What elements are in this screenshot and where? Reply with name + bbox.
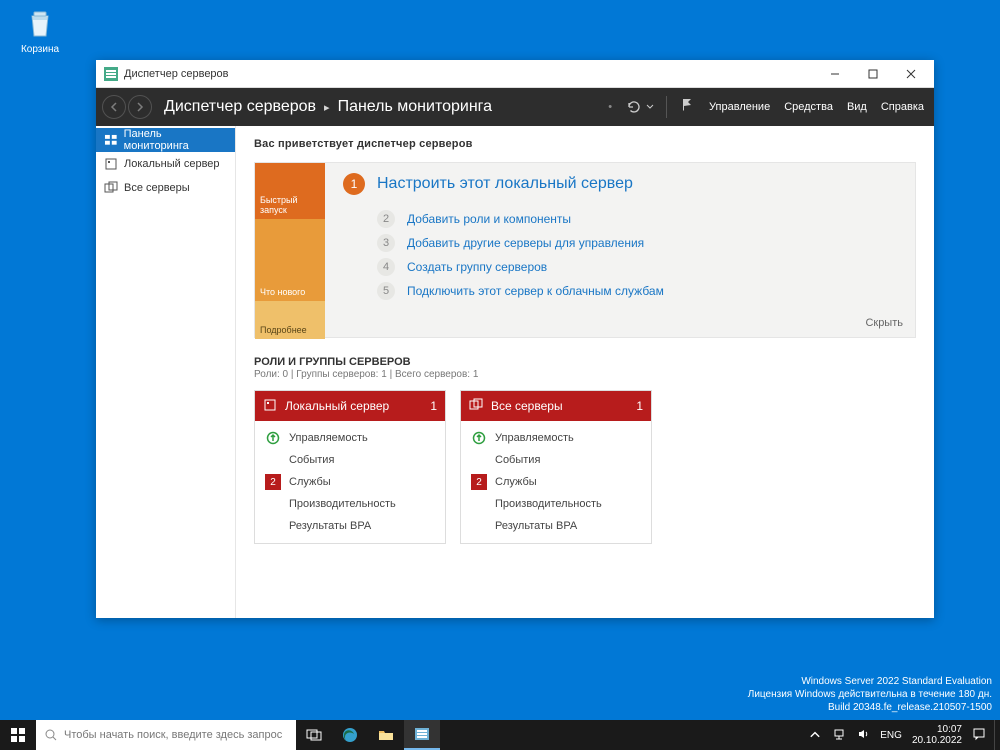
welcome-panel: Быстрый запуск Что нового Подробнее 1 На…: [254, 162, 916, 338]
language-indicator[interactable]: ENG: [880, 730, 902, 741]
nav-forward-button[interactable]: [128, 95, 152, 119]
tile-row-events[interactable]: События: [255, 449, 445, 471]
tile-title: Локальный сервер: [285, 399, 389, 413]
desktop-watermark: Windows Server 2022 Standard Evaluation …: [748, 675, 992, 714]
tile-count: 1: [430, 399, 437, 413]
sidebar-item-label: Локальный сервер: [124, 158, 220, 170]
taskbar-app-server-manager[interactable]: [404, 720, 440, 750]
hide-welcome-button[interactable]: Скрыть: [865, 317, 903, 329]
alert-badge: 2: [471, 474, 487, 490]
breadcrumb: Диспетчер серверов ▸ Панель мониторинга: [164, 98, 492, 116]
volume-icon[interactable]: [856, 727, 870, 744]
network-icon[interactable]: [832, 727, 846, 744]
sidebar-item-all-servers[interactable]: Все серверы: [96, 176, 235, 200]
taskbar-search[interactable]: Чтобы начать поиск, введите здесь запрос: [36, 720, 296, 750]
tile-row-events[interactable]: События: [461, 449, 651, 471]
recycle-bin[interactable]: Корзина: [10, 6, 70, 55]
app-icon: [104, 67, 118, 81]
show-desktop-button[interactable]: [994, 720, 1000, 750]
maximize-button[interactable]: [854, 61, 892, 87]
taskbar-app-edge[interactable]: [332, 720, 368, 750]
roles-section-subtitle: Роли: 0 | Группы серверов: 1 | Всего сер…: [254, 369, 916, 380]
close-button[interactable]: [892, 61, 930, 87]
start-button[interactable]: [0, 720, 36, 750]
main-content: Вас приветствует диспетчер серверов Быст…: [236, 126, 934, 618]
roles-section-title: РОЛИ И ГРУППЫ СЕРВЕРОВ: [254, 356, 916, 368]
tile-title: Все серверы: [491, 399, 563, 413]
ribbon: Диспетчер серверов ▸ Панель мониторинга …: [96, 88, 934, 126]
tile-row-manageability[interactable]: Управляемость: [255, 427, 445, 449]
chevron-right-icon: ▸: [324, 101, 330, 114]
sidebar-item-label: Все серверы: [124, 182, 190, 194]
tab-learn-more[interactable]: Подробнее: [255, 301, 325, 339]
titlebar[interactable]: Диспетчер серверов: [96, 60, 934, 88]
menu-tools[interactable]: Средства: [784, 101, 833, 113]
tile-row-bpa[interactable]: Результаты BPA: [255, 515, 445, 537]
sidebar-item-label: Панель мониторинга: [124, 128, 227, 152]
breadcrumb-page[interactable]: Панель мониторинга: [338, 98, 493, 116]
server-icon: [263, 398, 277, 415]
tile-count: 1: [636, 399, 643, 413]
tile-row-manageability[interactable]: Управляемость: [461, 427, 651, 449]
tile-local-server[interactable]: Локальный сервер 1 Управляемость События…: [254, 390, 446, 544]
recycle-bin-icon: [22, 6, 58, 42]
step-number-icon: 1: [343, 173, 365, 195]
server-icon: [104, 157, 118, 171]
tab-whats-new[interactable]: Что нового: [255, 219, 325, 301]
search-placeholder: Чтобы начать поиск, введите здесь запрос: [64, 729, 282, 741]
tile-row-services[interactable]: 2Службы: [461, 471, 651, 493]
refresh-button[interactable]: [626, 99, 654, 115]
system-tray: ENG 10:07 20.10.2022: [800, 724, 994, 746]
menu-view[interactable]: Вид: [847, 101, 867, 113]
tile-row-performance[interactable]: Производительность: [461, 493, 651, 515]
server-manager-window: Диспетчер серверов Диспетчер серверов ▸ …: [96, 60, 934, 618]
notifications-icon[interactable]: [679, 97, 695, 118]
breadcrumb-app[interactable]: Диспетчер серверов: [164, 98, 316, 116]
servers-icon: [469, 398, 483, 415]
tile-all-servers[interactable]: Все серверы 1 Управляемость События 2Слу…: [460, 390, 652, 544]
status-ok-icon: [471, 430, 487, 446]
tray-overflow-button[interactable]: [808, 727, 822, 744]
step-number-icon: 2: [377, 210, 395, 228]
tile-row-performance[interactable]: Производительность: [255, 493, 445, 515]
taskbar: Чтобы начать поиск, введите здесь запрос…: [0, 720, 1000, 750]
configure-local-server-link[interactable]: Настроить этот локальный сервер: [377, 175, 633, 193]
step-number-icon: 3: [377, 234, 395, 252]
welcome-title: Вас приветствует диспетчер серверов: [254, 138, 916, 150]
sidebar-item-local-server[interactable]: Локальный сервер: [96, 152, 235, 176]
window-title: Диспетчер серверов: [124, 68, 816, 80]
tile-row-bpa[interactable]: Результаты BPA: [461, 515, 651, 537]
menu-help[interactable]: Справка: [881, 101, 924, 113]
connect-cloud-link[interactable]: Подключить этот сервер к облачным служба…: [407, 284, 664, 298]
nav-back-button[interactable]: [102, 95, 126, 119]
step-number-icon: 4: [377, 258, 395, 276]
tab-quick-start[interactable]: Быстрый запуск: [255, 163, 325, 219]
add-servers-link[interactable]: Добавить другие серверы для управления: [407, 236, 644, 250]
action-center-icon[interactable]: [972, 727, 986, 744]
status-ok-icon: [265, 430, 281, 446]
sidebar: Панель мониторинга Локальный сервер Все …: [96, 126, 236, 618]
step-number-icon: 5: [377, 282, 395, 300]
search-icon: [44, 728, 58, 742]
menu-manage[interactable]: Управление: [709, 101, 770, 113]
create-group-link[interactable]: Создать группу серверов: [407, 260, 547, 274]
task-view-button[interactable]: [296, 720, 332, 750]
servers-icon: [104, 181, 118, 195]
sidebar-item-dashboard[interactable]: Панель мониторинга: [96, 128, 235, 152]
breadcrumb-dash: •: [608, 101, 612, 113]
taskbar-app-explorer[interactable]: [368, 720, 404, 750]
minimize-button[interactable]: [816, 61, 854, 87]
alert-badge: 2: [265, 474, 281, 490]
dashboard-icon: [104, 133, 118, 147]
recycle-bin-label: Корзина: [10, 44, 70, 55]
add-roles-link[interactable]: Добавить роли и компоненты: [407, 212, 571, 226]
tile-row-services[interactable]: 2Службы: [255, 471, 445, 493]
taskbar-clock[interactable]: 10:07 20.10.2022: [912, 724, 962, 746]
